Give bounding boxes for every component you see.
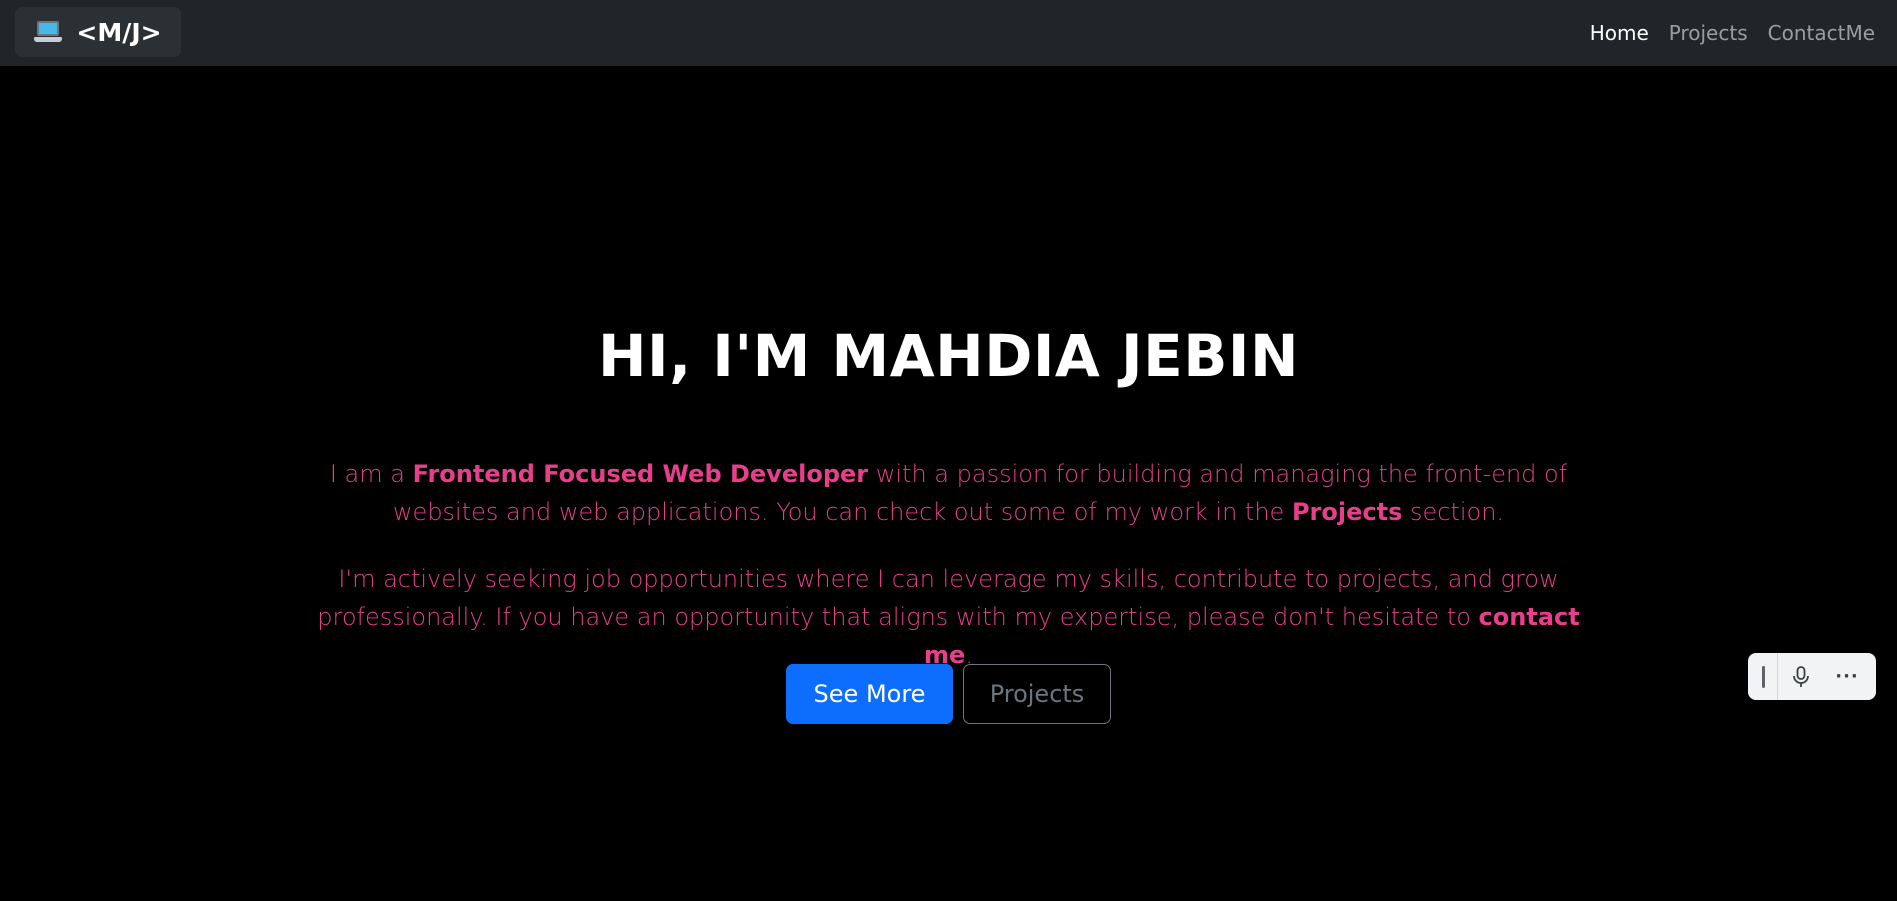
intro-text-1: I am a <box>329 460 413 488</box>
job-text-1: I'm actively seeking job opportunities w… <box>317 565 1559 631</box>
intro-paragraph: I am a Frontend Focused Web Developer wi… <box>300 455 1597 531</box>
voice-toolbar: ··· <box>1748 653 1876 700</box>
job-paragraph: I'm actively seeking job opportunities w… <box>300 560 1597 674</box>
intro-role-highlight: Frontend Focused Web Developer <box>412 460 869 488</box>
nav-link-contactme[interactable]: ContactMe <box>1768 21 1875 45</box>
drag-handle-icon[interactable] <box>1762 665 1765 688</box>
nav-links: Home Projects ContactMe <box>1590 0 1875 66</box>
nav-link-projects[interactable]: Projects <box>1669 21 1748 45</box>
hero-title: HI, I'M MAHDIA JEBIN <box>597 322 1300 390</box>
intro-text-3: section. <box>1402 498 1505 526</box>
brand-label: <M/J> <box>76 17 162 47</box>
nav-link-home[interactable]: Home <box>1590 21 1649 45</box>
projects-link[interactable]: Projects <box>1292 498 1402 526</box>
microphone-icon[interactable] <box>1778 653 1824 700</box>
navbar: <M/J> Home Projects ContactMe <box>0 0 1897 66</box>
more-icon[interactable]: ··· <box>1824 653 1870 700</box>
see-more-button[interactable]: See More <box>786 664 953 724</box>
laptop-icon <box>34 21 63 43</box>
hero-buttons: See More Projects <box>786 664 1111 724</box>
brand-logo[interactable]: <M/J> <box>15 7 181 57</box>
projects-button[interactable]: Projects <box>963 664 1111 724</box>
